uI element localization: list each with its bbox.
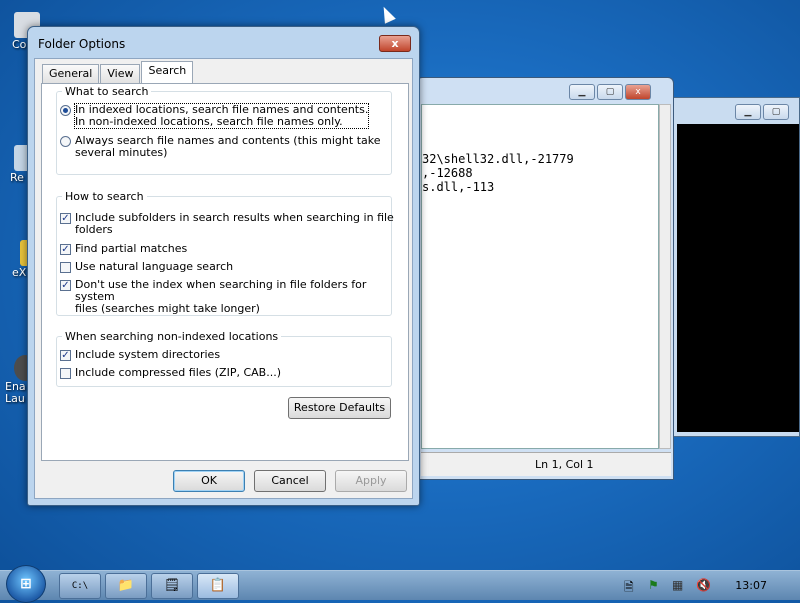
option-label: Include system directories xyxy=(75,348,221,361)
tab-view[interactable]: View xyxy=(100,64,141,83)
folder-options-dialog: Folder Options x General View Search Wha… xyxy=(27,26,420,506)
cancel-button[interactable]: Cancel xyxy=(254,470,326,492)
close-button[interactable]: x xyxy=(625,84,651,100)
maximize-button[interactable]: ▢ xyxy=(597,84,623,100)
document-tray-icon[interactable]: 🗎 xyxy=(624,578,634,599)
status-bar: Ln 1, Col 1 xyxy=(421,452,671,476)
taskbar-cmd-button[interactable]: C:\ xyxy=(59,573,101,599)
console-window[interactable]: ▁ ▢ xyxy=(672,97,800,437)
checkbox-system-directories[interactable]: Include system directories xyxy=(60,349,220,361)
taskbar-active-app-button[interactable]: 📋 xyxy=(197,573,239,599)
checkbox-dont-use-index[interactable]: Don't use the index when searching in fi… xyxy=(60,279,408,315)
folder-icon: 📁 xyxy=(117,578,135,593)
cursor-position: Ln 1, Col 1 xyxy=(535,458,594,471)
tab-search[interactable]: Search xyxy=(141,61,194,83)
editor-line: 32\shell32.dll,-21779 xyxy=(422,152,574,166)
console-area[interactable] xyxy=(677,124,799,432)
network-icon[interactable]: ▦ xyxy=(672,578,683,592)
restore-defaults-button[interactable]: Restore Defaults xyxy=(288,397,391,419)
search-tab-page: What to search In indexed locations, sea… xyxy=(41,83,409,461)
editor-window[interactable]: ▁ ▢ x 32\shell32.dll,-21779 ,-12688 s.dl… xyxy=(416,77,674,480)
editor-line: ,-12688 xyxy=(422,166,473,180)
option-label: Find partial matches xyxy=(75,242,188,255)
dialog-title: Folder Options xyxy=(38,37,126,51)
minimize-button[interactable]: ▁ xyxy=(735,104,761,120)
option-label: Don't use the index when searching in fi… xyxy=(75,278,367,315)
group-label: What to search xyxy=(65,85,149,98)
dialog-body: General View Search What to search In in… xyxy=(34,58,413,499)
checkbox[interactable] xyxy=(60,244,71,255)
checkbox-compressed-files[interactable]: Include compressed files (ZIP, CAB...) xyxy=(60,367,281,379)
close-button[interactable]: x xyxy=(379,35,411,52)
minimize-button[interactable]: ▁ xyxy=(569,84,595,100)
clock[interactable]: 13:07 xyxy=(735,579,767,592)
checkbox[interactable] xyxy=(60,368,71,379)
mouse-cursor-icon xyxy=(378,4,396,24)
checkbox[interactable] xyxy=(60,213,71,224)
taskbar-explorer-button[interactable]: 📁 xyxy=(105,573,147,599)
cmd-icon: C:\ xyxy=(71,581,89,591)
radio-button[interactable] xyxy=(60,136,71,147)
editor-line: s.dll,-113 xyxy=(422,180,495,194)
checkbox[interactable] xyxy=(60,350,71,361)
option-label: Use natural language search xyxy=(75,260,234,273)
group-label: How to search xyxy=(65,190,144,203)
checkbox[interactable] xyxy=(60,280,71,291)
start-button[interactable]: ⊞ xyxy=(6,565,46,603)
option-label: Always search file names and contents (t… xyxy=(75,134,381,159)
checkbox-natural-language[interactable]: Use natural language search xyxy=(60,261,233,273)
tab-strip: General View Search xyxy=(42,61,194,83)
maximize-button[interactable]: ▢ xyxy=(763,104,789,120)
taskbar-notepad-button[interactable]: 🗒 xyxy=(151,573,193,599)
option-label: Include subfolders in search results whe… xyxy=(75,211,394,236)
editor-text-area[interactable]: 32\shell32.dll,-21779 ,-12688 s.dll,-113 xyxy=(421,104,659,449)
apply-button[interactable]: Apply xyxy=(335,470,407,492)
radio-button[interactable] xyxy=(60,105,71,116)
option-label: In indexed locations, search file names … xyxy=(73,103,370,129)
radio-indexed-locations[interactable]: In indexed locations, search file names … xyxy=(60,103,370,129)
radio-always-search-contents[interactable]: Always search file names and contents (t… xyxy=(60,135,381,159)
what-to-search-group: What to search xyxy=(56,85,392,175)
checkbox-find-partial-matches[interactable]: Find partial matches xyxy=(60,243,187,255)
volume-muted-icon[interactable]: 🔇 xyxy=(696,578,711,592)
checkbox-include-subfolders[interactable]: Include subfolders in search results whe… xyxy=(60,212,394,236)
tab-general[interactable]: General xyxy=(42,64,100,83)
checkbox[interactable] xyxy=(60,262,71,273)
option-label: Include compressed files (ZIP, CAB...) xyxy=(75,366,281,379)
vertical-scrollbar[interactable] xyxy=(659,104,671,449)
clipboard-icon: 📋 xyxy=(209,578,227,593)
taskbar: ⊞ C:\ 📁 🗒 📋 🗎 ⚑ ▦ 🔇 13:07 xyxy=(0,565,800,603)
notepad-icon: 🗒 xyxy=(163,578,181,593)
action-center-icon[interactable]: ⚑ xyxy=(648,578,659,592)
group-label: When searching non-indexed locations xyxy=(65,330,279,343)
ok-button[interactable]: OK xyxy=(173,470,245,492)
